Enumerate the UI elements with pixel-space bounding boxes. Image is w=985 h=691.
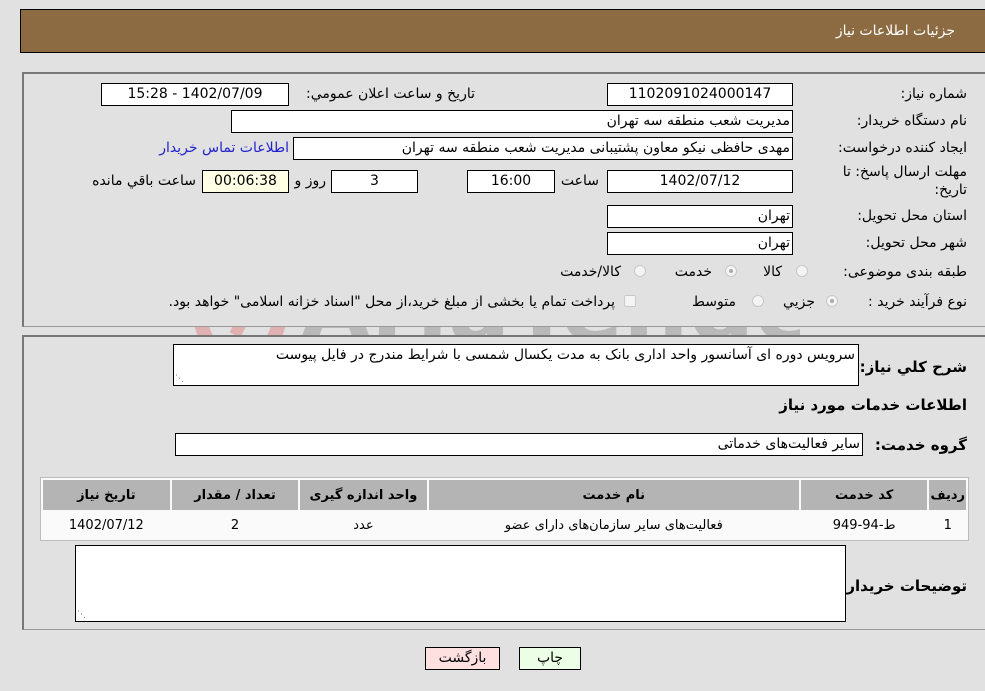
buyer-notes-label: توضیحات خریدار:: [840, 577, 967, 595]
city-label: شهر محل تحویل:: [865, 235, 967, 251]
page-header: جزئیات اطلاعات نیاز: [20, 9, 985, 53]
cell-unit: عدد: [300, 512, 427, 538]
days-label: روز و: [294, 173, 327, 189]
resize-grip-icon[interactable]: ⋰: [175, 375, 184, 384]
city-field: تهران: [607, 232, 793, 255]
process-radio-minor[interactable]: [826, 295, 838, 307]
announce-label: تاریخ و ساعت اعلان عمومي:: [306, 86, 475, 102]
service-group-label: گروه خدمت:: [874, 436, 967, 454]
deadline-time-label: ساعت: [560, 173, 599, 189]
category-radio-goods[interactable]: [796, 265, 808, 277]
treasury-note: پرداخت تمام یا بخشی از مبلغ خرید،از محل …: [168, 294, 615, 310]
need-number-label: شماره نیاز:: [900, 86, 968, 102]
page-title: جزئیات اطلاعات نیاز: [835, 23, 955, 39]
col-unit: واحد اندازه گیری: [300, 480, 427, 510]
process-label: نوع فرآیند خرید :: [868, 294, 967, 310]
back-button[interactable]: بازگشت: [425, 647, 500, 670]
services-heading: اطلاعات خدمات مورد نیاز: [779, 396, 967, 414]
cell-service-name: فعالیت‌های سایر سازمان‌های دارای عضو: [428, 512, 799, 538]
buyer-contact-link[interactable]: اطلاعات تماس خریدار: [159, 140, 289, 156]
table-header-row: ردیف کد خدمت نام خدمت واحد اندازه گیری ت…: [43, 480, 966, 510]
service-group-field: سایر فعالیت‌های خدماتی: [175, 433, 863, 456]
col-need-date: تاریخ نیاز: [43, 480, 170, 510]
announce-field: 1402/07/09 - 15:28: [101, 83, 289, 106]
remaining-label: ساعت باقي مانده: [92, 173, 196, 189]
province-label: استان محل تحویل:: [857, 208, 967, 224]
creator-label: ایجاد کننده درخواست:: [838, 140, 967, 156]
summary-text: سرویس دوره ای آسانسور واحد اداری بانک به…: [275, 347, 855, 363]
summary-textarea[interactable]: سرویس دوره ای آسانسور واحد اداری بانک به…: [173, 344, 859, 386]
services-table: ردیف کد خدمت نام خدمت واحد اندازه گیری ت…: [40, 477, 969, 541]
cell-need-date: 1402/07/12: [43, 512, 170, 538]
creator-field: مهدی حافظی نیکو معاون پشتیبانی مدیریت شع…: [293, 137, 793, 160]
process-option-minor: جزيي: [783, 294, 815, 310]
days-field: 3: [331, 170, 418, 193]
province-field: تهران: [607, 205, 793, 228]
process-radio-medium[interactable]: [752, 295, 764, 307]
col-service-code: کد خدمت: [800, 480, 928, 510]
resize-grip-icon[interactable]: ⋰: [77, 611, 86, 620]
need-number-field: 1102091024000147: [607, 83, 793, 106]
buyer-org-label: نام دستگاه خریدار:: [856, 113, 967, 129]
col-row-number: ردیف: [929, 480, 966, 510]
deadline-label: مهلت ارسال پاسخ: تا: [842, 164, 967, 180]
treasury-checkbox[interactable]: [624, 295, 636, 307]
category-option-service: خدمت: [674, 264, 712, 280]
col-quantity: تعداد / مقدار: [171, 480, 299, 510]
category-option-goods-service: کالا/خدمت: [560, 264, 621, 280]
process-option-medium: متوسط: [692, 294, 736, 310]
deadline-label-2: تاریخ:: [934, 182, 967, 198]
category-radio-service[interactable]: [725, 265, 737, 277]
deadline-date-field: 1402/07/12: [607, 170, 793, 193]
print-button[interactable]: چاپ: [519, 647, 581, 670]
col-service-name: نام خدمت: [428, 480, 799, 510]
cell-quantity: 2: [171, 512, 299, 538]
cell-service-code: ط-94-949: [800, 512, 928, 538]
buyer-org-field: مدیریت شعب منطقه سه تهران: [231, 110, 793, 133]
category-radio-goods-service[interactable]: [634, 265, 646, 277]
summary-label: شرح کلي نياز:: [859, 358, 967, 376]
deadline-time-field: 16:00: [467, 170, 555, 193]
category-label: طبقه بندی موضوعی:: [843, 264, 967, 280]
category-option-goods: کالا: [763, 264, 782, 280]
remaining-time-field: 00:06:38: [202, 170, 289, 193]
table-row: 1 ط-94-949 فعالیت‌های سایر سازمان‌های دا…: [43, 512, 966, 538]
buyer-notes-textarea[interactable]: ⋰: [75, 545, 846, 622]
cell-row-number: 1: [929, 512, 966, 538]
